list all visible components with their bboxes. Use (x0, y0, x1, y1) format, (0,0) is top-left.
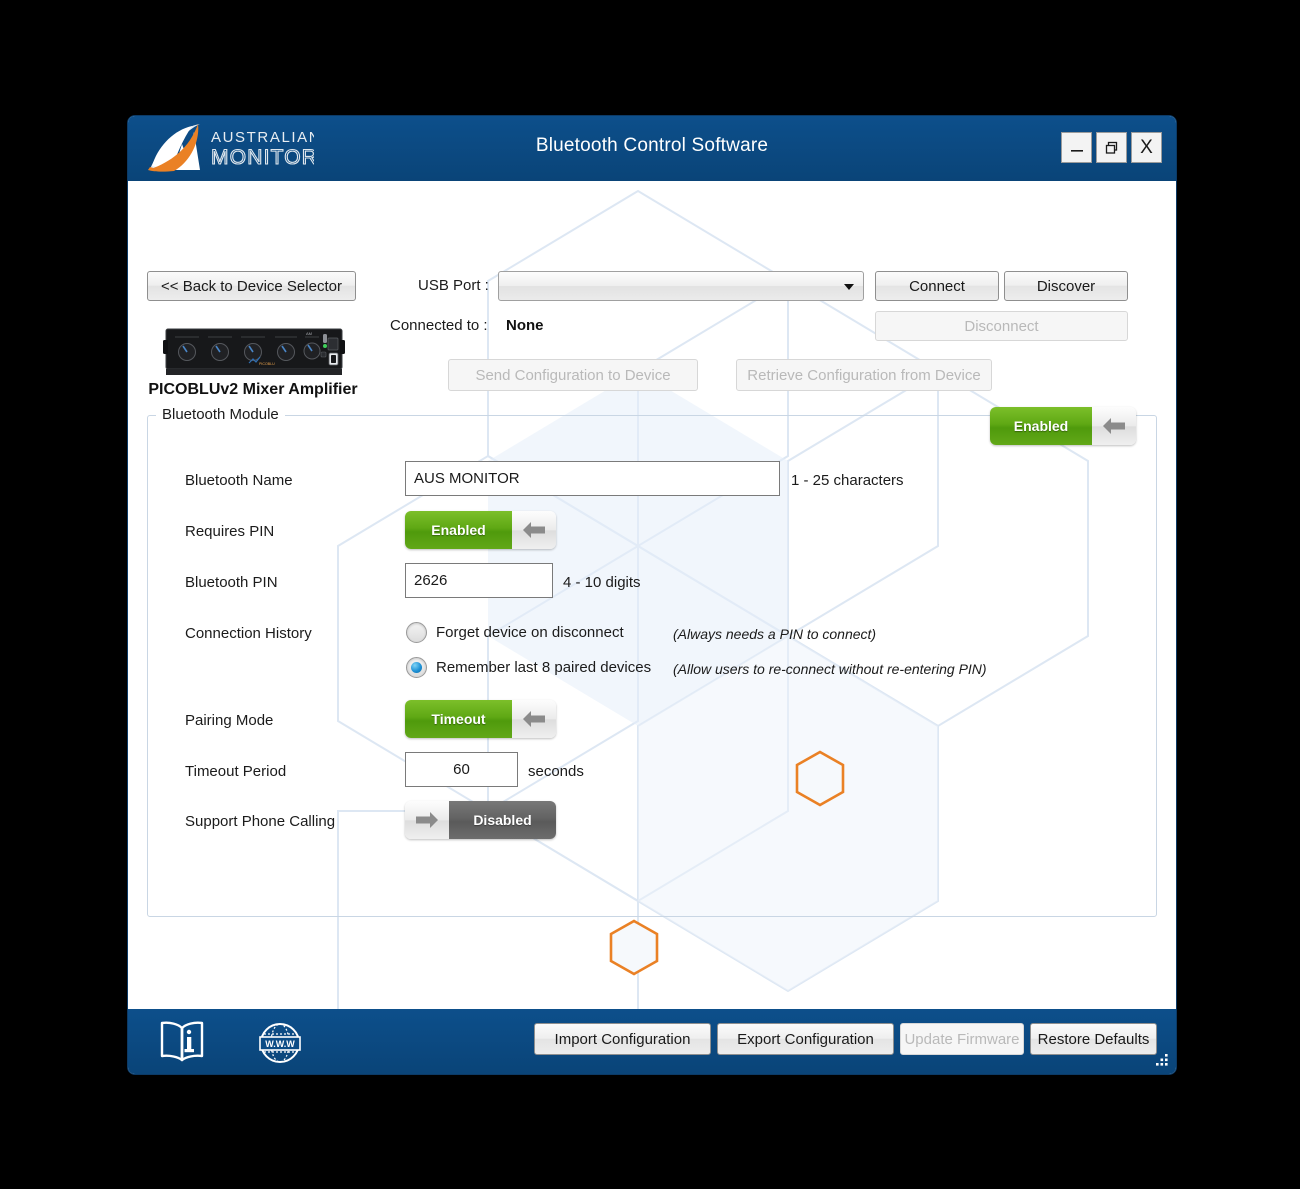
minimize-button[interactable] (1061, 132, 1092, 163)
pairing-mode-toggle-state: Timeout (405, 700, 512, 738)
connect-button[interactable]: Connect (875, 271, 999, 301)
title-bar: AUSTRALIAN MONITOR Bluetooth Control Sof… (128, 116, 1176, 181)
export-configuration-button[interactable]: Export Configuration (717, 1023, 894, 1055)
bluetooth-name-hint: 1 - 25 characters (791, 472, 904, 489)
bluetooth-module-group-title: Bluetooth Module (156, 406, 285, 423)
restore-defaults-button[interactable]: Restore Defaults (1030, 1023, 1157, 1055)
device-name-label: PICOBLUv2 Mixer Amplifier (148, 381, 358, 398)
update-firmware-button[interactable]: Update Firmware (900, 1023, 1024, 1055)
arrow-left-icon (523, 711, 545, 727)
footer-bar: W.W.W Import Configuration Export Config… (128, 1009, 1176, 1074)
discover-button[interactable]: Discover (1004, 271, 1128, 301)
support-phone-calling-toggle[interactable]: Disabled (405, 801, 556, 839)
bluetooth-pin-label: Bluetooth PIN (185, 574, 278, 591)
bluetooth-name-input[interactable] (405, 461, 780, 496)
minimize-icon (1070, 149, 1083, 152)
resize-grip[interactable] (1152, 1051, 1170, 1069)
requires-pin-label: Requires PIN (185, 523, 275, 540)
timeout-period-label: Timeout Period (185, 763, 287, 780)
radio-label: Remember last 8 paired devices (436, 659, 652, 676)
back-to-device-selector-button[interactable]: << Back to Device Selector (147, 271, 356, 301)
bluetooth-module-toggle[interactable]: Enabled (990, 407, 1136, 445)
toggle-knob (512, 511, 556, 549)
connected-to-label: Connected to : (390, 317, 488, 334)
arrow-right-icon (416, 812, 438, 828)
forget-device-note: (Always needs a PIN to connect) (673, 626, 877, 642)
timeout-period-hint: seconds (528, 763, 584, 780)
radio-forget-device-on-disconnect[interactable]: Forget device on disconnect (406, 622, 624, 643)
restore-button[interactable] (1096, 132, 1127, 163)
bluetooth-pin-hint: 4 - 10 digits (563, 574, 641, 591)
close-button[interactable]: X (1131, 132, 1162, 163)
remember-devices-note: (Allow users to re-connect without re-en… (673, 661, 987, 677)
send-configuration-button[interactable]: Send Configuration to Device (448, 359, 698, 391)
restore-icon (1105, 141, 1117, 154)
support-phone-calling-toggle-state: Disabled (449, 801, 556, 839)
window-controls: X (1061, 132, 1162, 163)
toggle-knob (512, 700, 556, 738)
window-title: Bluetooth Control Software (535, 135, 769, 156)
bluetooth-module-toggle-state: Enabled (990, 407, 1092, 445)
pairing-mode-label: Pairing Mode (185, 712, 274, 729)
radio-icon (406, 657, 427, 678)
arrow-left-icon (1103, 418, 1125, 434)
device-thumbnail-picobluv2: PICOBLU AM (163, 328, 345, 375)
chevron-down-icon (844, 284, 854, 290)
radio-label: Forget device on disconnect (436, 624, 624, 641)
manual-book-info-icon[interactable] (156, 1016, 208, 1066)
connected-to-value: None (506, 317, 544, 334)
globe-www-text: W.W.W (265, 1039, 295, 1049)
pairing-mode-toggle[interactable]: Timeout (405, 700, 556, 738)
timeout-period-input[interactable] (405, 752, 518, 787)
import-configuration-button[interactable]: Import Configuration (534, 1023, 711, 1055)
orange-hexagon-accent-2 (609, 919, 659, 976)
svg-text:PICOBLU: PICOBLU (259, 362, 275, 366)
usb-port-select[interactable] (498, 271, 864, 301)
arrow-left-icon (523, 522, 545, 538)
radio-remember-last-8-paired-devices[interactable]: Remember last 8 paired devices (406, 657, 651, 678)
globe-www-icon[interactable]: W.W.W (255, 1021, 305, 1066)
application-window: AUSTRALIAN MONITOR Bluetooth Control Sof… (128, 116, 1176, 1074)
disconnect-button[interactable]: Disconnect (875, 311, 1128, 341)
retrieve-configuration-button[interactable]: Retrieve Configuration from Device (736, 359, 992, 391)
svg-text:AM: AM (306, 331, 312, 336)
requires-pin-toggle-state: Enabled (405, 511, 512, 549)
radio-icon (406, 622, 427, 643)
connection-history-label: Connection History (185, 625, 312, 642)
usb-port-label: USB Port : (418, 277, 489, 294)
bluetooth-pin-input[interactable] (405, 563, 553, 598)
toggle-knob (405, 801, 449, 839)
requires-pin-toggle[interactable]: Enabled (405, 511, 556, 549)
support-phone-calling-label: Support Phone Calling (185, 813, 336, 830)
toggle-knob (1092, 407, 1136, 445)
main-content: << Back to Device Selector USB Port : Co… (128, 181, 1176, 1009)
bluetooth-name-label: Bluetooth Name (185, 472, 293, 489)
